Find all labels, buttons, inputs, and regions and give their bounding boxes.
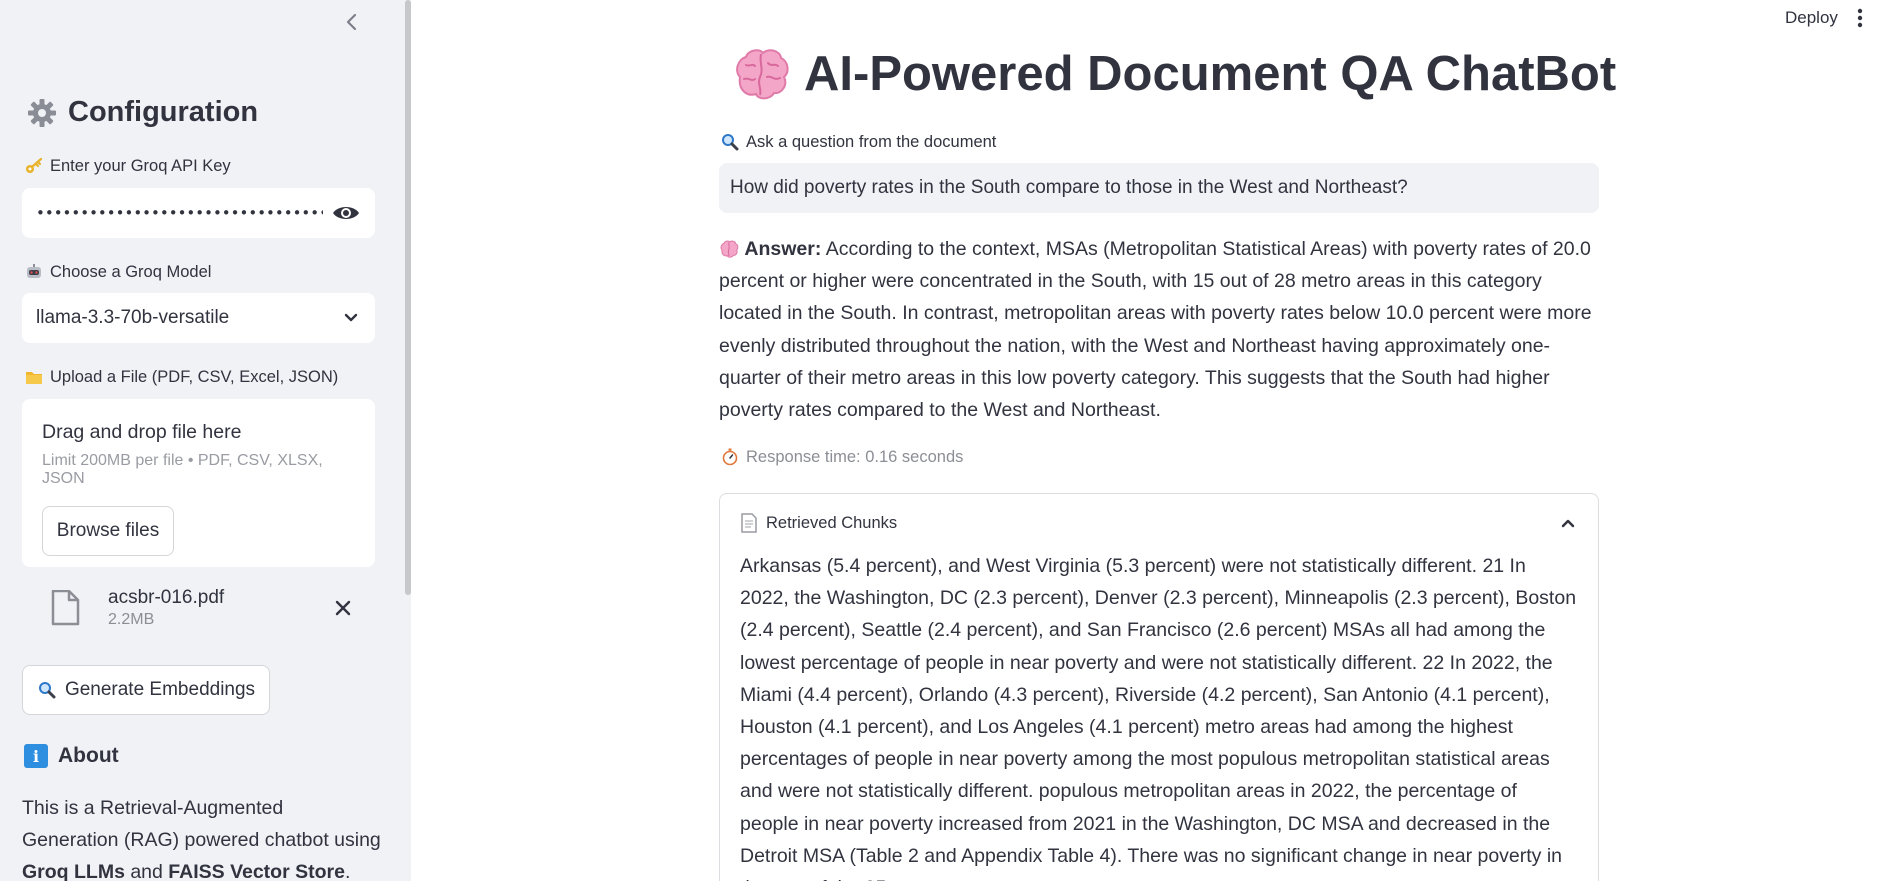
file-name: acsbr-016.pdf: [108, 587, 225, 608]
page-title: AI-Powered Document QA ChatBot: [732, 46, 1616, 102]
info-icon: i: [24, 744, 48, 768]
answer-block: Answer: According to the context, MSAs (…: [719, 233, 1603, 426]
model-select[interactable]: llama-3.3-70b-versatile: [22, 293, 375, 343]
model-label: Choose a Groq Model: [24, 262, 211, 282]
sidebar-heading: Configuration: [26, 96, 258, 129]
close-icon[interactable]: [331, 596, 355, 620]
magnifier-icon: [720, 132, 740, 152]
sidebar-scrollbar[interactable]: [405, 0, 411, 595]
page-title-text: AI-Powered Document QA ChatBot: [804, 47, 1617, 101]
key-icon: [24, 156, 44, 176]
response-time: Response time: 0.16 seconds: [720, 447, 963, 467]
collapse-sidebar-icon[interactable]: [340, 8, 364, 36]
browse-files-button[interactable]: Browse files: [42, 506, 174, 556]
uploaded-file: acsbr-016.pdf 2.2MB: [22, 578, 375, 638]
file-icon: [51, 590, 80, 626]
document-icon: [741, 513, 757, 533]
brain-icon: [719, 239, 739, 259]
folder-icon: [24, 367, 44, 387]
retrieved-chunks-expander: Retrieved Chunks Arkansas (5.4 percent),…: [719, 493, 1599, 881]
answer-text: According to the context, MSAs (Metropol…: [719, 238, 1592, 422]
show-password-icon[interactable]: [331, 201, 361, 225]
gear-icon: [28, 98, 56, 127]
more-options-icon[interactable]: [1854, 6, 1866, 30]
generate-embeddings-button[interactable]: Generate Embeddings: [22, 665, 270, 715]
about-heading: i About: [24, 744, 119, 768]
dropzone-title: Drag and drop file here: [42, 421, 242, 443]
question-input[interactable]: How did poverty rates in the South compa…: [719, 163, 1599, 213]
retrieved-chunks-text: Arkansas (5.4 percent), and West Virgini…: [740, 555, 1577, 881]
expander-label[interactable]: Retrieved Chunks: [766, 514, 1550, 533]
magnifier-icon: [37, 680, 57, 700]
about-text: This is a Retrieval-Augmented Generation…: [22, 797, 381, 881]
api-key-value[interactable]: ••••••••••••••••••••••••••••••••••••••••…: [36, 204, 323, 222]
dropzone-limit: Limit 200MB per file • PDF, CSV, XLSX, J…: [42, 452, 323, 487]
file-meta: acsbr-016.pdf 2.2MB: [108, 587, 331, 629]
chevron-up-icon[interactable]: [1558, 513, 1578, 533]
model-selected-value[interactable]: llama-3.3-70b-versatile: [36, 307, 341, 329]
sidebar: Configuration Enter your Groq API Key ••…: [0, 0, 411, 881]
chevron-down-icon[interactable]: [341, 308, 361, 328]
file-size: 2.2MB: [108, 611, 155, 628]
expander-header[interactable]: Retrieved Chunks: [720, 494, 1598, 552]
generate-embeddings-label[interactable]: Generate Embeddings: [65, 679, 255, 701]
deploy-button[interactable]: Deploy: [1779, 6, 1844, 30]
api-key-input[interactable]: ••••••••••••••••••••••••••••••••••••••••…: [22, 188, 375, 238]
answer-prefix: Answer:: [744, 238, 822, 260]
robot-icon: [24, 262, 44, 282]
question-label: Ask a question from the document: [720, 132, 996, 152]
api-key-label: Enter your Groq API Key: [24, 156, 231, 176]
file-dropzone[interactable]: Drag and drop file here Limit 200MB per …: [22, 399, 375, 567]
brain-icon: [736, 49, 789, 100]
upload-label: Upload a File (PDF, CSV, Excel, JSON): [24, 367, 338, 387]
sidebar-title: Configuration: [68, 96, 259, 128]
stopwatch-icon: [720, 447, 740, 467]
